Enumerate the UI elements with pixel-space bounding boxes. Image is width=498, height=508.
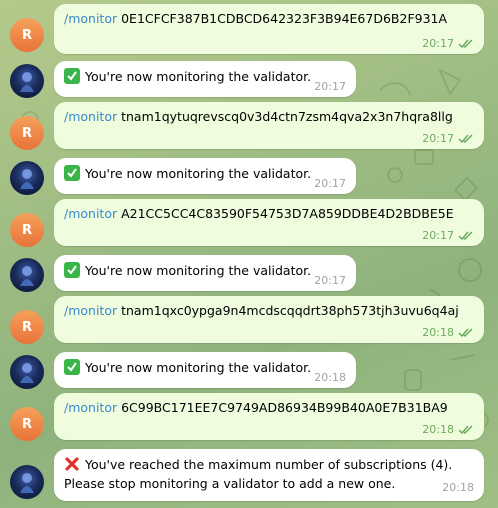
message-meta: 20:17 [314,177,346,190]
bot-avatar-image [20,266,34,286]
message-time: 20:18 [442,481,474,494]
message-text: A21CC5CC4C83590F54753D7A859DDBE4D2BDBE5E [117,206,454,221]
incoming-message-bubble[interactable]: You're now monitoring the validator. 20:… [54,352,356,388]
incoming-message-bubble[interactable]: You've reached the maximum number of sub… [54,449,484,501]
outgoing-message-bubble[interactable]: /monitor tnam1qytuqrevscq0v3d4ctn7zsm4qv… [54,102,484,149]
user-avatar[interactable]: R [10,407,44,441]
message-text: You're now monitoring the validator. [85,69,312,84]
bot-avatar-image [20,72,34,92]
user-avatar[interactable]: R [10,310,44,344]
message-time: 20:18 [314,371,346,384]
message-text: tnam1qxc0ypga9n4mcdscqqdrt38ph573tjh3uvu… [117,303,459,318]
double-check-icon [458,424,473,434]
message-time: 20:17 [422,229,454,242]
message-text: You're now monitoring the validator. [85,166,312,181]
check-mark-icon [64,165,80,181]
command-link[interactable]: /monitor [64,206,117,221]
cross-mark-icon [65,457,79,471]
message-time: 20:17 [314,80,346,93]
outgoing-message-bubble[interactable]: /monitor 6C99BC171EE7C9749AD86934B99B40A… [54,393,484,440]
message-text-line2: Please stop monitoring a validator to ad… [64,476,396,491]
outgoing-message-bubble[interactable]: /monitor A21CC5CC4C83590F54753D7A859DDBE… [54,199,484,246]
check-mark-icon [64,359,80,375]
check-mark-icon [64,262,80,278]
message-meta: 20:18 [442,478,474,497]
message-meta: 20:18 [314,371,346,384]
message-meta: 20:17 [422,132,474,145]
bot-avatar[interactable] [10,465,44,499]
double-check-icon [458,230,473,240]
user-avatar[interactable]: R [10,18,44,52]
message-time: 20:17 [422,132,454,145]
message-time: 20:17 [314,274,346,287]
message-text: 0E1CFCF387B1CDBCD642323F3B94E67D6B2F931A [117,11,448,26]
message-text: You're now monitoring the validator. [85,263,312,278]
user-avatar[interactable]: R [10,116,44,150]
bot-avatar[interactable] [10,64,44,98]
double-check-icon [458,327,473,337]
bot-avatar[interactable] [10,258,44,292]
message-time: 20:18 [422,423,454,436]
message-time: 20:17 [314,177,346,190]
message-meta: 20:17 [422,37,474,50]
command-link[interactable]: /monitor [64,303,117,318]
command-link[interactable]: /monitor [64,11,117,26]
message-meta: 20:18 [422,326,474,339]
bot-avatar-image [20,169,34,189]
message-text: 6C99BC171EE7C9749AD86934B99B40A0E7B31BA9 [117,400,448,415]
outgoing-message-bubble[interactable]: /monitor tnam1qxc0ypga9n4mcdscqqdrt38ph5… [54,296,484,343]
check-mark-icon [64,68,80,84]
command-link[interactable]: /monitor [64,109,117,124]
bot-avatar-image [20,473,34,493]
command-link[interactable]: /monitor [64,400,117,415]
message-meta: 20:17 [314,80,346,93]
double-check-icon [458,38,473,48]
bot-avatar[interactable] [10,355,44,389]
bot-avatar-image [20,363,34,383]
message-text: You're now monitoring the validator. [85,360,312,375]
message-text: You've reached the maximum number of sub… [85,457,453,472]
incoming-message-bubble[interactable]: You're now monitoring the validator. 20:… [54,158,356,194]
message-meta: 20:17 [314,274,346,287]
outgoing-message-bubble[interactable]: /monitor 0E1CFCF387B1CDBCD642323F3B94E67… [54,4,484,54]
message-text: tnam1qytuqrevscq0v3d4ctn7zsm4qva2x3n7hqr… [117,109,453,124]
message-time: 20:18 [422,326,454,339]
message-meta: 20:18 [422,423,474,436]
message-meta: 20:17 [422,229,474,242]
chat-history[interactable]: R /monitor 0E1CFCF387B1CDBCD642323F3B94E… [0,0,498,508]
double-check-icon [458,133,473,143]
incoming-message-bubble[interactable]: You're now monitoring the validator. 20:… [54,255,356,291]
message-time: 20:17 [422,37,454,50]
incoming-message-bubble[interactable]: You're now monitoring the validator. 20:… [54,61,356,97]
bot-avatar[interactable] [10,161,44,195]
user-avatar[interactable]: R [10,213,44,247]
